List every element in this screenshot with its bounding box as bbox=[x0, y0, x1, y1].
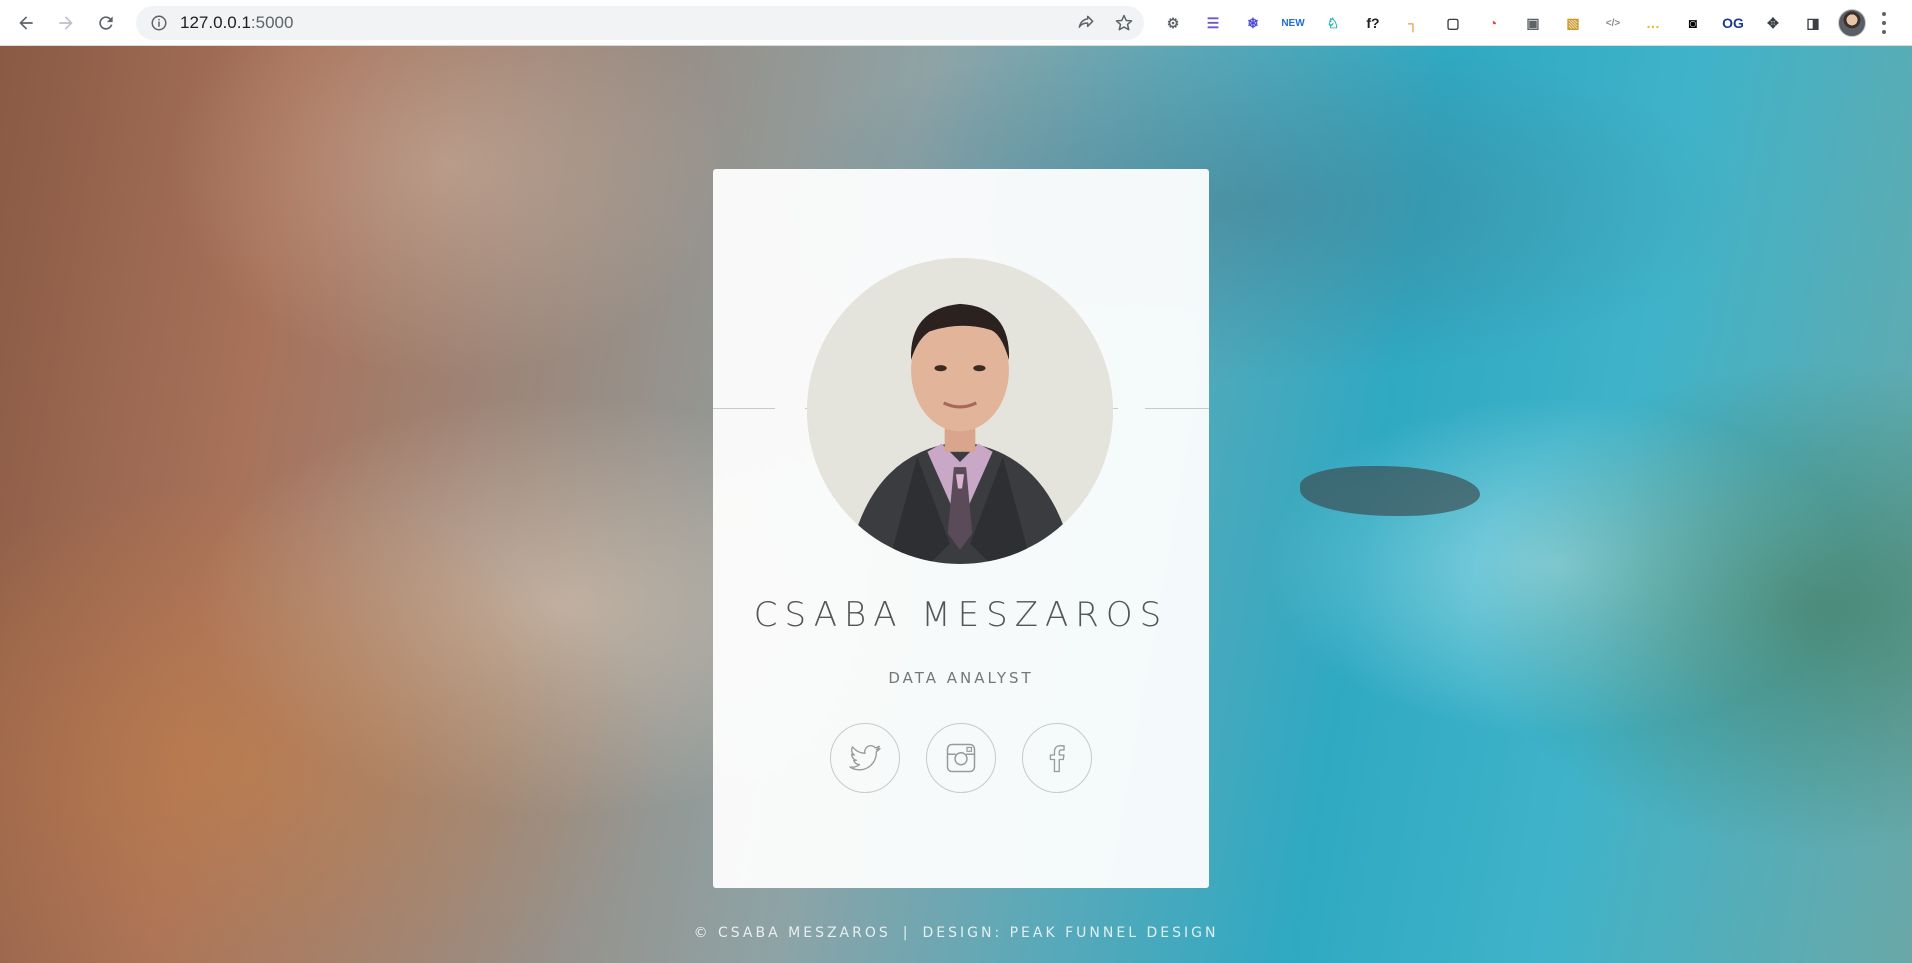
arrow-left-icon bbox=[19, 15, 33, 30]
browser-toolbar: 127.0.0.1:5000 ⚙ ☰ ❄ NEW ♘ f? ┐ ▢ ◔ ▣ ▧ </> … ◙ OG ✥ ◨ bbox=[0, 0, 1912, 46]
function-icon[interactable]: f? bbox=[1360, 10, 1386, 36]
profile-role: DATA ANALYST bbox=[888, 669, 1034, 687]
portrait-image bbox=[807, 258, 1113, 564]
extensions-bar: ⚙ ☰ ❄ NEW ♘ f? ┐ ▢ ◔ ▣ ▧ </> … ◙ OG ✥ ◨ bbox=[1160, 10, 1826, 36]
divider-line bbox=[713, 408, 775, 409]
capture-icon[interactable]: ▢ bbox=[1440, 10, 1466, 36]
color-wheel-icon[interactable]: ◔ bbox=[1480, 10, 1506, 36]
profile-photo bbox=[807, 258, 1113, 564]
share-icon[interactable] bbox=[1076, 13, 1096, 33]
bug-icon[interactable]: ⚙ bbox=[1160, 10, 1186, 36]
back-button[interactable] bbox=[12, 9, 40, 37]
url-text[interactable]: 127.0.0.1:5000 bbox=[180, 13, 293, 33]
snowflake-icon[interactable]: ❄ bbox=[1240, 10, 1266, 36]
info-icon[interactable] bbox=[150, 14, 168, 32]
new-badge-icon[interactable]: NEW bbox=[1280, 10, 1306, 36]
image-icon[interactable]: ▧ bbox=[1560, 10, 1586, 36]
arrow-right-icon bbox=[59, 15, 73, 30]
profile-card: CSABA MESZAROS DATA ANALYST bbox=[713, 169, 1209, 888]
puzzle-icon[interactable]: ✥ bbox=[1760, 10, 1786, 36]
reload-button[interactable] bbox=[92, 9, 120, 37]
page-background: CSABA MESZAROS DATA ANALYST © CSABA MESZ… bbox=[0, 46, 1912, 963]
stack-icon[interactable]: ☰ bbox=[1200, 10, 1226, 36]
og-icon[interactable]: OG bbox=[1720, 10, 1746, 36]
bookmark-star-icon[interactable] bbox=[1114, 13, 1134, 33]
profile-name: CSABA MESZAROS bbox=[753, 595, 1169, 635]
dots-icon[interactable]: … bbox=[1640, 10, 1666, 36]
instagram-link[interactable] bbox=[926, 723, 996, 793]
pegasus-icon[interactable]: ♘ bbox=[1320, 10, 1346, 36]
ruler-icon[interactable]: ┐ bbox=[1400, 10, 1426, 36]
forward-button[interactable] bbox=[52, 9, 80, 37]
instagram-icon bbox=[946, 743, 976, 773]
twitter-icon bbox=[849, 744, 881, 771]
kebab-menu-icon[interactable] bbox=[1882, 12, 1888, 34]
reload-icon bbox=[99, 15, 113, 30]
divider-line bbox=[1145, 408, 1209, 409]
facebook-link[interactable] bbox=[1022, 723, 1092, 793]
code-icon[interactable]: </> bbox=[1600, 10, 1626, 36]
address-bar[interactable]: 127.0.0.1:5000 bbox=[136, 6, 1144, 40]
facebook-icon bbox=[1049, 745, 1065, 773]
mask-icon[interactable]: ◙ bbox=[1680, 10, 1706, 36]
camera-icon[interactable]: ▣ bbox=[1520, 10, 1546, 36]
footer-copyright: © CSABA MESZAROS bbox=[693, 925, 891, 941]
twitter-link[interactable] bbox=[830, 723, 900, 793]
profile-avatar[interactable] bbox=[1838, 9, 1866, 37]
footer-design-credit[interactable]: DESIGN: PEAK FUNNEL DESIGN bbox=[922, 925, 1218, 941]
footer: © CSABA MESZAROS | DESIGN: PEAK FUNNEL DES… bbox=[0, 925, 1912, 941]
footer-separator: | bbox=[902, 925, 911, 941]
sidepanel-icon[interactable]: ◨ bbox=[1800, 10, 1826, 36]
social-links bbox=[830, 723, 1092, 793]
